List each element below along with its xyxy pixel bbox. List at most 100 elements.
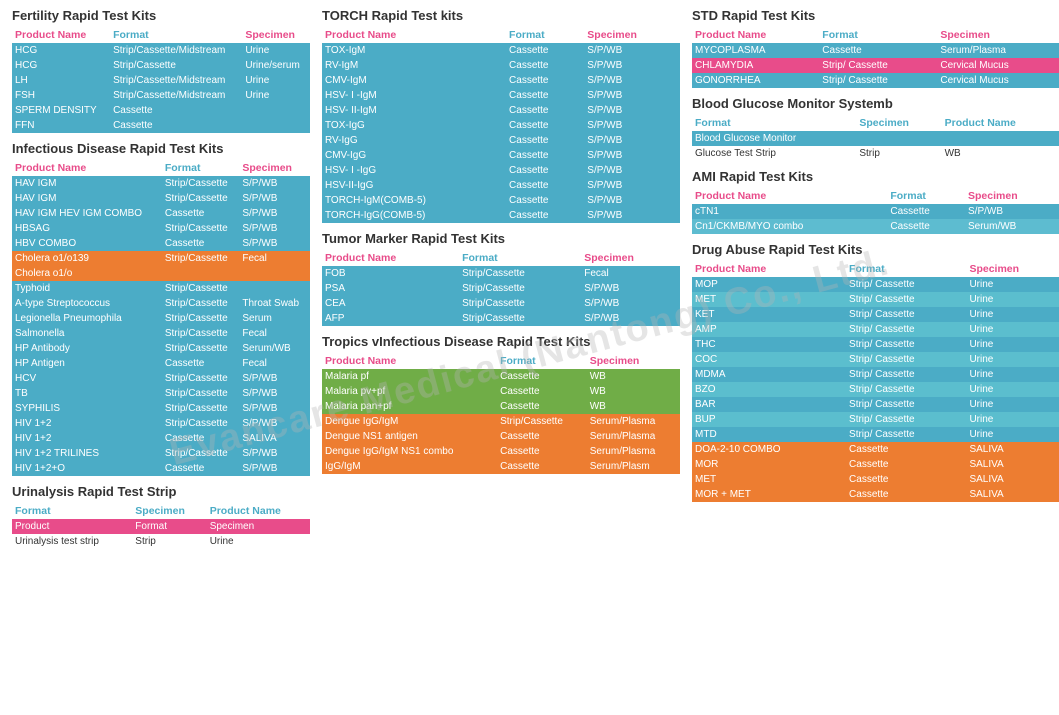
blood-glucose-title: Blood Glucose Monitor Systemb [692,96,1059,111]
table-row: DOA-2-10 COMBOCassetteSALIVA [692,442,1059,457]
table-row: METStrip/ CassetteUrine [692,292,1059,307]
infectious-header: Product Name Format Specimen [12,160,310,176]
table-row: HCVStrip/CassetteS/P/WB [12,371,310,386]
table-row: A-type StreptococcusStrip/CassetteThroat… [12,296,310,311]
table-row: HBV COMBOCassetteS/P/WB [12,236,310,251]
table-row: MDMAStrip/ CassetteUrine [692,367,1059,382]
ami-table: Product Name Format Specimen cTN1Cassett… [692,188,1059,234]
tropics-table: Product Name Format Specimen Malaria pfC… [322,353,680,474]
table-row: METCassetteSALIVA [692,472,1059,487]
infectious-table: Product Name Format Specimen HAV IGMStri… [12,160,310,476]
da-th-name: Product Name [692,261,846,277]
table-row: HP AntigenCassetteFecal [12,356,310,371]
fertility-th-specimen: Specimen [242,27,310,43]
table-row: Dengue IgG/IgMStrip/CassetteSerum/Plasma [322,414,680,429]
table-row: TORCH-IgG(COMB-5)CassetteS/P/WB [322,208,680,223]
table-row: RV-IgMCassetteS/P/WB [322,58,680,73]
table-row: BARStrip/ CassetteUrine [692,397,1059,412]
std-th-format: Format [819,27,937,43]
tumor-th-specimen: Specimen [581,250,680,266]
table-row: HBSAGStrip/CassetteS/P/WB [12,221,310,236]
table-row: MOPStrip/ CassetteUrine [692,277,1059,292]
table-row: TOX-IgGCassetteS/P/WB [322,118,680,133]
column-2: TORCH Rapid Test kits Product Name Forma… [316,8,686,555]
table-row: GONORRHEAStrip/ CassetteCervical Mucus [692,73,1059,88]
table-row: BZOStrip/ CassetteUrine [692,382,1059,397]
torch-th-specimen: Specimen [584,27,680,43]
tumor-title: Tumor Marker Rapid Test Kits [322,231,680,246]
drug-abuse-header: Product Name Format Specimen [692,261,1059,277]
urinalysis-th-specimen: Specimen [132,503,206,519]
ami-th-specimen: Specimen [965,188,1059,204]
table-row: Malaria pfCassetteWB [322,369,680,384]
std-th-name: Product Name [692,27,819,43]
table-row: IgG/IgMCassetteSerum/Plasm [322,459,680,474]
drug-abuse-table: Product Name Format Specimen MOPStrip/ C… [692,261,1059,502]
tumor-th-format: Format [459,250,581,266]
urinalysis-header: Format Specimen Product Name [12,503,310,519]
table-row: TOX-IgMCassetteS/P/WB [322,43,680,58]
column-3: STD Rapid Test Kits Product Name Format … [686,8,1059,555]
table-row: HCGStrip/CassetteUrine/serum [12,58,310,73]
ami-th-name: Product Name [692,188,887,204]
table-row: BUPStrip/ CassetteUrine [692,412,1059,427]
urinalysis-table: Format Specimen Product Name ProductForm… [12,503,310,549]
table-row: Cholera o1/o [12,266,310,281]
torch-title: TORCH Rapid Test kits [322,8,680,23]
torch-table: Product Name Format Specimen TOX-IgMCass… [322,27,680,223]
torch-th-name: Product Name [322,27,506,43]
ami-th-format: Format [887,188,965,204]
table-row: HCGStrip/Cassette/MidstreamUrine [12,43,310,58]
table-row: PSAStrip/CassetteS/P/WB [322,281,680,296]
table-row: MTDStrip/ CassetteUrine [692,427,1059,442]
table-row: Malaria pv+pfCassetteWB [322,384,680,399]
table-row: COCStrip/ CassetteUrine [692,352,1059,367]
urinalysis-title: Urinalysis Rapid Test Strip [12,484,310,499]
table-row: Cholera o1/o139Strip/CassetteFecal [12,251,310,266]
table-row: HAV IGM HEV IGM COMBOCassetteS/P/WB [12,206,310,221]
table-row: FSHStrip/Cassette/MidstreamUrine [12,88,310,103]
table-row: HP AntibodyStrip/CassetteSerum/WB [12,341,310,356]
infectious-th-format: Format [162,160,240,176]
fertility-title: Fertility Rapid Test Kits [12,8,310,23]
table-row: THCStrip/ CassetteUrine [692,337,1059,352]
table-row: SYPHILISStrip/CassetteS/P/WB [12,401,310,416]
infectious-th-name: Product Name [12,160,162,176]
table-row: KETStrip/ CassetteUrine [692,307,1059,322]
urinalysis-th-format: Format [12,503,132,519]
table-row: Blood Glucose Monitor [692,131,1059,146]
table-row: Legionella PneumophilaStrip/CassetteSeru… [12,311,310,326]
blood-glucose-header: Format Specimen Product Name [692,115,1059,131]
ami-title: AMI Rapid Test Kits [692,169,1059,184]
table-row: AFPStrip/CassetteS/P/WB [322,311,680,326]
bg-th-specimen: Specimen [856,115,941,131]
table-row: Cn1/CKMB/MYO comboCassetteSerum/WB [692,219,1059,234]
table-row: HAV IGMStrip/CassetteS/P/WB [12,191,310,206]
tropics-title: Tropics vInfectious Disease Rapid Test K… [322,334,680,349]
std-table: Product Name Format Specimen MYCOPLASMAC… [692,27,1059,88]
tropics-th-specimen: Specimen [587,353,680,369]
table-row: Dengue IgG/IgM NS1 comboCassetteSerum/Pl… [322,444,680,459]
fertility-header: Product Name Format Specimen [12,27,310,43]
table-row: MOR + METCassetteSALIVA [692,487,1059,502]
table-row: FOBStrip/CassetteFecal [322,266,680,281]
table-row: FFNCassette [12,118,310,133]
table-row: HIV 1+2+OCassetteS/P/WB [12,461,310,476]
table-row: Malaria pan+pfCassetteWB [322,399,680,414]
table-row: AMPStrip/ CassetteUrine [692,322,1059,337]
table-row: ProductFormatSpecimen [12,519,310,534]
table-row: HIV 1+2 TRILINESStrip/CassetteS/P/WB [12,446,310,461]
table-row: cTN1CassetteS/P/WB [692,204,1059,219]
table-row: TORCH-IgM(COMB-5)CassetteS/P/WB [322,193,680,208]
table-row: MORCassetteSALIVA [692,457,1059,472]
table-row: LHStrip/Cassette/MidstreamUrine [12,73,310,88]
table-row: CHLAMYDIAStrip/ CassetteCervical Mucus [692,58,1059,73]
table-row: CMV-IgMCassetteS/P/WB [322,73,680,88]
tumor-header: Product Name Format Specimen [322,250,680,266]
tumor-table: Product Name Format Specimen FOBStrip/Ca… [322,250,680,326]
table-row: Glucose Test StripStripWB [692,146,1059,161]
ami-header: Product Name Format Specimen [692,188,1059,204]
table-row: HSV- II-IgMCassetteS/P/WB [322,103,680,118]
table-row: CEAStrip/CassetteS/P/WB [322,296,680,311]
tropics-th-name: Product Name [322,353,497,369]
